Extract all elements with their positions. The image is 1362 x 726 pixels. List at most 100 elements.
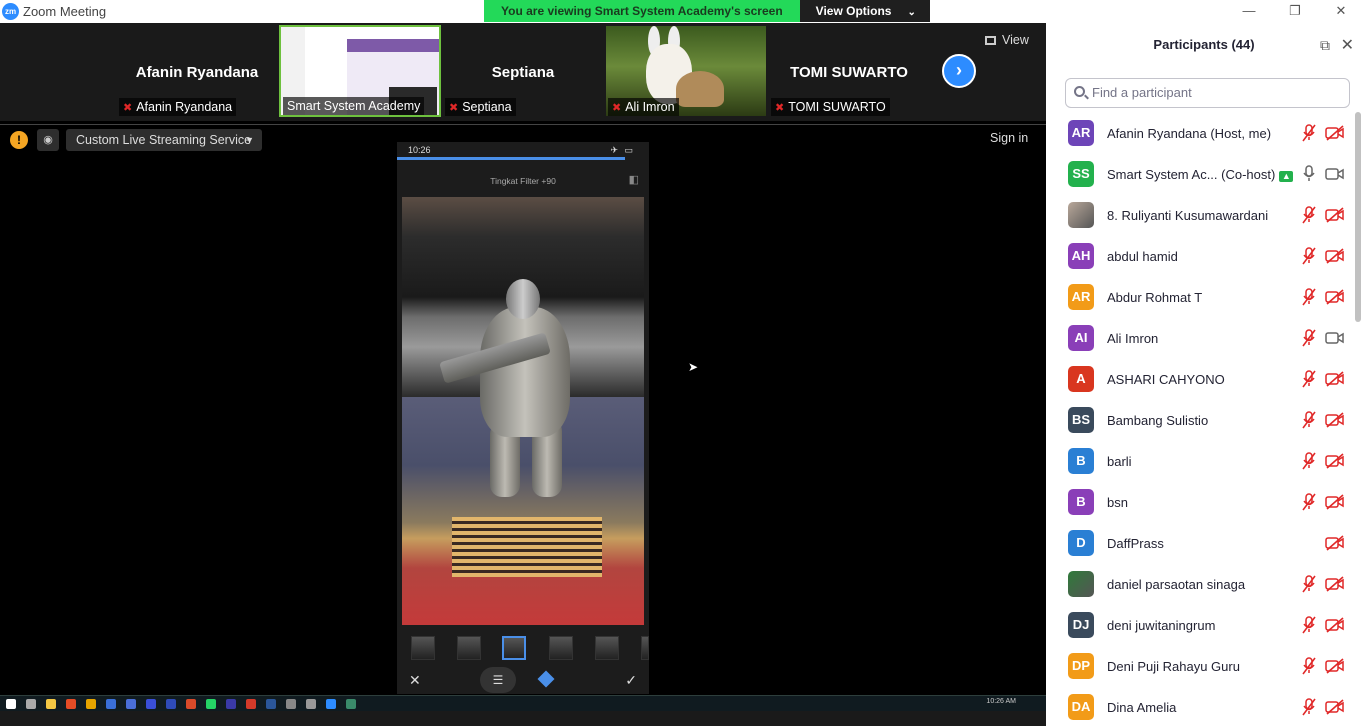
confirm-icon[interactable]: ✓ [625, 672, 637, 689]
video-off-icon [1325, 576, 1345, 592]
chevron-down-icon: ⌄ [907, 7, 916, 18]
avatar [1068, 202, 1094, 228]
close-window-button[interactable]: ✕ [1326, 2, 1356, 20]
phone-screen: 10:26 ✈ ▭ Tingkat Filter +90 ◧ ✕ ☰ ✓ [397, 142, 649, 694]
phone-time: 10:26 [408, 145, 431, 155]
filter-thumbnail[interactable] [595, 636, 619, 660]
participant-row[interactable]: AH abdul hamid [1046, 238, 1351, 279]
participant-name-text: Smart System Ac... (Co-host) [1107, 167, 1276, 182]
app-icon [106, 699, 116, 709]
participant-name: Afanin Ryandana (Host, me) [1107, 126, 1271, 141]
mic-muted-icon [1301, 206, 1317, 224]
video-off-icon [1325, 658, 1345, 674]
video-icon [1325, 330, 1345, 346]
participant-name: ASHARI CAHYONO [1107, 372, 1225, 387]
mic-muted-icon: ✖ [449, 102, 459, 114]
participant-row[interactable]: A ASHARI CAHYONO [1046, 361, 1351, 402]
participant-row[interactable]: daniel parsaotan sinaga [1046, 566, 1351, 607]
participant-row[interactable]: DA Dina Amelia [1046, 689, 1351, 726]
participant-name-text: Bambang Sulistio [1107, 413, 1209, 428]
participant-row[interactable]: Bbarli [1046, 443, 1351, 484]
thumbnail-tomi-suwarto[interactable]: TOMI SUWARTO ✖ TOMI SUWARTO [769, 26, 929, 116]
viewing-banner: You are viewing Smart System Academy's s… [484, 0, 930, 22]
filter-thumbnail[interactable] [641, 636, 649, 660]
live-streaming-dropdown[interactable]: Custom Live Streaming Service ▼ [66, 129, 262, 151]
thumbnail-septiana[interactable]: Septiana ✖ Septiana [443, 26, 603, 116]
participant-name: deni juwitaningrum [1107, 618, 1215, 633]
participant-row[interactable]: DP Deni Puji Rahayu Guru [1046, 648, 1351, 689]
thumbnail-name-tag: ✖ Septiana [445, 98, 516, 116]
filter-thumbnail[interactable] [549, 636, 573, 660]
mic-muted-icon [1301, 452, 1317, 470]
view-button[interactable]: View [985, 33, 1029, 47]
compare-icon[interactable]: ◧ [629, 173, 639, 186]
mic-muted-icon [1301, 698, 1317, 716]
thumbnail-ali-imron[interactable]: ✖ Ali Imron [606, 26, 766, 116]
stream-label: Custom Live Streaming Service [76, 133, 252, 147]
video-icon [1325, 166, 1345, 182]
video-off-icon [1325, 248, 1345, 264]
participant-name: bsn [1107, 495, 1128, 510]
video-off-icon [1325, 289, 1345, 305]
view-label: View [1002, 33, 1029, 47]
participant-name: Deni Puji Rahayu Guru [1107, 659, 1240, 674]
app-icon [166, 699, 176, 709]
sign-in-link[interactable]: Sign in [990, 131, 1028, 145]
search-placeholder: Find a participant [1092, 85, 1192, 100]
thumbnail-name: TOMI SUWARTO [788, 100, 886, 114]
participant-row[interactable]: 8. Ruliyanti Kusumawardani [1046, 197, 1351, 238]
participant-row[interactable]: DJ deni juwitaningrum [1046, 607, 1351, 648]
taskbar-clock: 10:26 AM [986, 698, 1016, 705]
participant-row[interactable]: BS Bambang Sulistio [1046, 402, 1351, 443]
popout-icon[interactable]: ⧉ [1320, 37, 1330, 54]
participant-search-input[interactable]: Find a participant [1065, 78, 1350, 108]
mic-muted-icon: ✖ [123, 102, 133, 114]
participant-list-scrollbar[interactable] [1355, 112, 1361, 322]
avatar: SS [1068, 161, 1094, 187]
participant-row[interactable]: AR Abdur Rohmat T [1046, 279, 1351, 320]
eraser-icon[interactable] [537, 670, 555, 688]
app-icon [126, 699, 136, 709]
view-options-button[interactable]: View Options ⌄ [799, 0, 930, 22]
avatar: AI [1068, 325, 1094, 351]
avatar: AR [1068, 120, 1094, 146]
avatar: B [1068, 448, 1094, 474]
participant-name: Bambang Sulistio [1107, 413, 1208, 428]
participant-name-text: 8. Ruliyanti Kusumawardani [1107, 208, 1269, 223]
participant-name-text: daniel parsaotan sinaga [1107, 577, 1246, 592]
participant-row[interactable]: Bbsn [1046, 484, 1351, 525]
participant-row[interactable]: SS Smart System Ac... (Co-host) ▲ [1046, 156, 1351, 197]
participants-panel: Participants (44) ⧉ ✕ Find a participant… [1046, 23, 1362, 726]
live-stream-icon[interactable]: ◉ [37, 129, 59, 151]
participant-name-text: Abdur Rohmat T [1107, 290, 1203, 305]
participant-name: barli [1107, 454, 1132, 469]
thumbnail-name-tag: ✖ Afanin Ryandana [119, 98, 237, 116]
adjust-icon[interactable]: ☰ [480, 667, 516, 693]
mic-muted-icon [1301, 411, 1317, 429]
restore-button[interactable]: ❐ [1280, 2, 1310, 20]
participant-row[interactable]: AI Ali Imron [1046, 320, 1351, 361]
participant-row[interactable]: D DaffPrass [1046, 525, 1351, 566]
participant-name: abdul hamid [1107, 249, 1178, 264]
cancel-icon[interactable]: ✕ [409, 672, 421, 689]
mic-muted-icon [1301, 247, 1317, 265]
filter-thumbnail[interactable] [457, 636, 481, 660]
next-page-button[interactable]: › [942, 54, 976, 88]
thumbnail-smart-system-academy[interactable]: Smart System Academy [279, 25, 441, 117]
avatar: AH [1068, 243, 1094, 269]
thumbnail-afanin[interactable]: Afanin Ryandana ✖ Afanin Ryandana [117, 26, 277, 116]
meeting-controls-bar [0, 711, 1046, 726]
mic-icon [1301, 165, 1317, 183]
participant-row[interactable]: AR Afanin Ryandana (Host, me) [1046, 115, 1351, 156]
shared-screen[interactable]: ! ◉ Custom Live Streaming Service ▼ Sign … [0, 121, 1046, 726]
video-off-icon [1325, 699, 1345, 715]
filter-thumbnail[interactable] [411, 636, 435, 660]
app-icon [86, 699, 96, 709]
participant-name: Ali Imron [1107, 331, 1158, 346]
minimize-button[interactable]: — [1234, 2, 1264, 20]
close-panel-icon[interactable]: ✕ [1341, 35, 1354, 55]
video-thumbnail-strip: Afanin Ryandana ✖ Afanin Ryandana Smart S… [0, 23, 1046, 121]
avatar: DP [1068, 653, 1094, 679]
filter-thumbnail-selected[interactable] [502, 636, 526, 660]
warning-icon[interactable]: ! [10, 131, 28, 149]
